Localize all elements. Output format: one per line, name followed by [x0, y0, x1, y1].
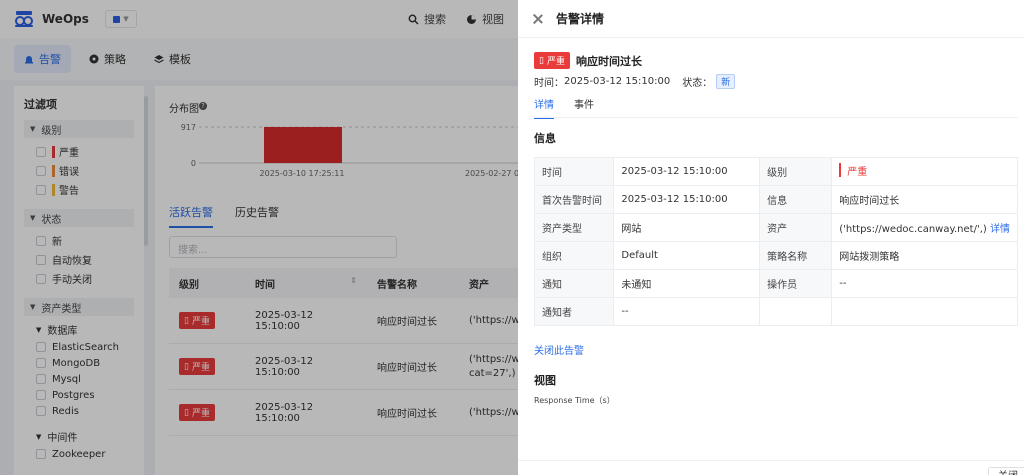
info-key: 资产	[759, 213, 833, 242]
tabs-divider	[534, 117, 1018, 118]
info-key: 组织	[533, 241, 615, 270]
info-row: 组织 Default 策略名称 网站拨测策略	[533, 241, 1018, 270]
info-value: --	[831, 269, 1018, 298]
severity-label: 严重	[546, 57, 565, 67]
drawer-title: 告警详情	[556, 12, 605, 26]
time-label: 时间：	[534, 78, 564, 89]
info-row: 首次告警时间 2025-03-12 15:10:00 信息 响应时间过长	[533, 185, 1018, 214]
state-label: 状态：	[682, 78, 713, 89]
info-value: Default	[613, 241, 761, 270]
view-section-title: 视图	[534, 374, 556, 387]
severity-badge: ▯ 严重	[534, 52, 570, 69]
info-value: 2025-03-12 15:10:00	[613, 157, 761, 186]
info-key: 首次告警时间	[533, 185, 615, 214]
close-alert-link[interactable]: 关闭此告警	[534, 342, 584, 357]
alert-detail-drawer: 告警详情 ▯ 严重 响应时间过长 时间： 2025-03-12 15:10:00 …	[518, 0, 1024, 475]
info-value: --	[613, 297, 761, 326]
info-table: 时间 2025-03-12 15:10:00 级别 严重 首次告警时间 2025…	[533, 157, 1018, 326]
info-key: 通知者	[533, 297, 615, 326]
info-row: 时间 2025-03-12 15:10:00 级别 严重	[533, 157, 1018, 186]
info-row: 通知 未通知 操作员 --	[533, 269, 1018, 298]
response-time-label: Response Time（s）	[534, 396, 615, 405]
tab-detail[interactable]: 详情	[534, 96, 554, 119]
modal-overlay[interactable]	[0, 0, 518, 475]
info-value: 2025-03-12 15:10:00	[613, 185, 761, 214]
info-value-level: 严重	[831, 157, 1018, 186]
info-value: 网站拨测策略	[831, 241, 1018, 270]
info-key: 时间	[533, 157, 615, 186]
close-icon[interactable]	[532, 13, 544, 25]
drawer-footer: 关闭	[518, 460, 1024, 475]
info-row: 资产类型 网站 资产 ('https://wedoc.canway.net/',…	[533, 213, 1018, 242]
alert-meta: 时间： 2025-03-12 15:10:00 状态： 新	[534, 74, 736, 89]
info-key: 信息	[759, 185, 833, 214]
level-text: 严重	[847, 166, 868, 178]
info-empty	[831, 297, 1018, 326]
info-empty	[759, 297, 833, 326]
info-value: 响应时间过长	[831, 185, 1018, 214]
info-value: 未通知	[613, 269, 761, 298]
info-value-asset: ('https://wedoc.canway.net/',) 详情	[831, 213, 1018, 242]
info-key: 通知	[533, 269, 615, 298]
time-value: 2025-03-12 15:10:00	[564, 76, 671, 87]
drawer-header: 告警详情	[518, 0, 1024, 38]
asset-detail-link[interactable]: 详情	[990, 224, 1010, 235]
info-row: 通知者 --	[533, 297, 1018, 326]
info-key: 级别	[759, 157, 833, 186]
asset-text: ('https://wedoc.canway.net/',)	[839, 224, 987, 235]
close-button[interactable]: 关闭	[988, 467, 1024, 475]
info-key: 策略名称	[759, 241, 833, 270]
tab-events[interactable]: 事件	[574, 96, 594, 119]
state-badge: 新	[716, 74, 736, 89]
alert-heading: ▯ 严重 响应时间过长	[534, 52, 642, 69]
alert-name: 响应时间过长	[575, 54, 642, 68]
level-color-bar	[839, 163, 842, 178]
info-section-title: 信息	[534, 132, 556, 145]
info-value: 网站	[613, 213, 761, 242]
info-key: 操作员	[759, 269, 833, 298]
bell-icon: ▯	[539, 55, 544, 66]
info-key: 资产类型	[533, 213, 615, 242]
